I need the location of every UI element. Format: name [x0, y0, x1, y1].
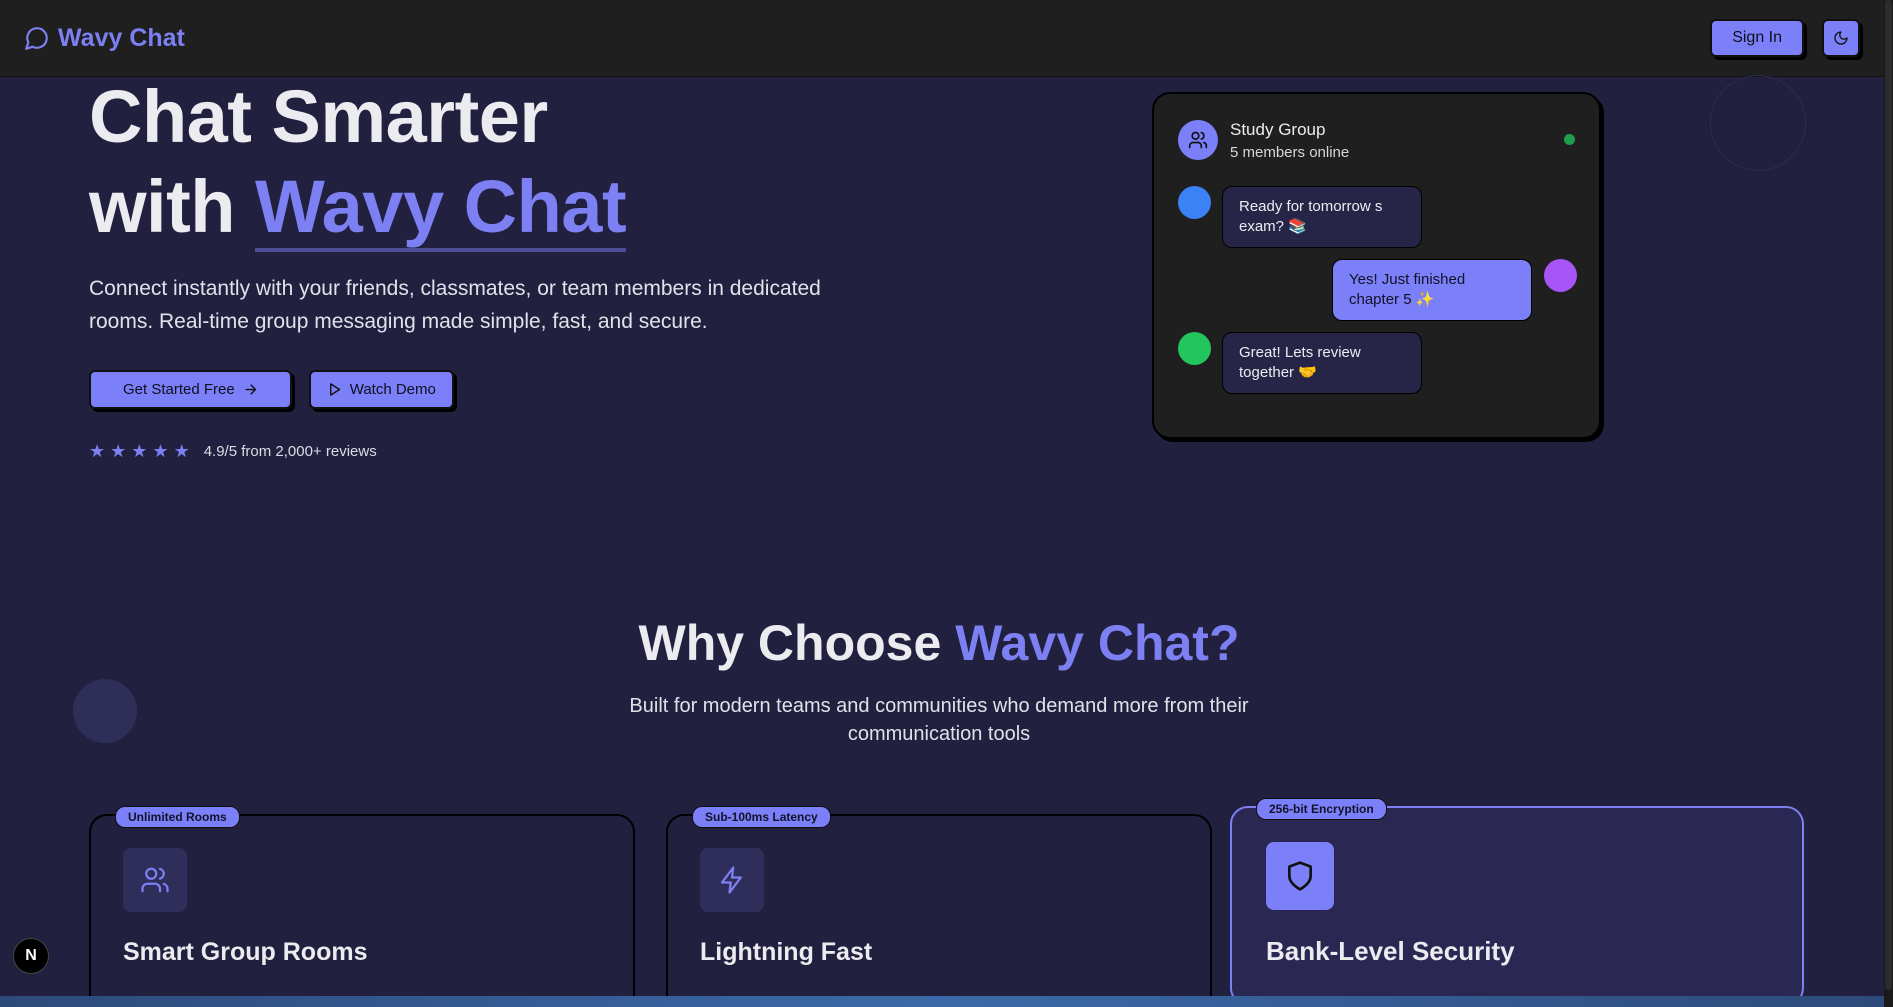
- why-title-accent: Wavy Chat?: [955, 615, 1240, 671]
- brand[interactable]: Wavy Chat: [24, 24, 185, 53]
- moon-icon: [1834, 31, 1848, 45]
- rating: ★ ★ ★ ★ ★ 4.9/5 from 2,000+ reviews: [89, 442, 377, 460]
- feature-icon-box: [700, 848, 764, 912]
- feature-card[interactable]: Sub-100ms Latency Lightning Fast: [666, 806, 1212, 1007]
- why-title: Why Choose Wavy Chat?: [0, 614, 1878, 672]
- star-rating: ★ ★ ★ ★ ★: [89, 442, 190, 460]
- users-icon: [141, 867, 169, 893]
- decorative-circle: [73, 679, 137, 743]
- hero-title-with: with: [89, 165, 256, 248]
- avatar: [1178, 332, 1211, 365]
- users-icon: [1188, 131, 1208, 149]
- sign-in-button[interactable]: Sign In: [1710, 19, 1804, 57]
- watch-demo-label: Watch Demo: [349, 381, 436, 398]
- decorative-circle: [1710, 75, 1806, 171]
- top-actions: Sign In: [1710, 19, 1860, 57]
- group-name: Study Group: [1230, 120, 1326, 139]
- theme-toggle-button[interactable]: [1822, 19, 1860, 57]
- star-icon: ★: [173, 441, 190, 461]
- chat-bubble-icon: [25, 27, 48, 50]
- feature-badge: Unlimited Rooms: [115, 806, 240, 828]
- hero-title-accent: Wavy Chat: [255, 165, 627, 252]
- feature-title: Bank-Level Security: [1266, 936, 1515, 966]
- feature-badge: Sub-100ms Latency: [692, 806, 831, 828]
- group-status: 5 members online: [1230, 144, 1350, 161]
- message-bubble: Great! Lets review together 🤝: [1222, 332, 1422, 394]
- feature-card[interactable]: 256-bit Encryption Bank-Level Security: [1230, 798, 1804, 1006]
- shield-icon: [1288, 861, 1312, 891]
- get-started-label: Get Started Free: [123, 381, 235, 398]
- get-started-button[interactable]: Get Started Free: [89, 370, 292, 409]
- feature-badge: 256-bit Encryption: [1256, 798, 1387, 820]
- top-navbar: Wavy Chat Sign In: [0, 0, 1884, 77]
- hero-title: Chat Smarter with Wavy Chat: [89, 72, 627, 252]
- star-icon: ★: [131, 441, 148, 461]
- star-icon: ★: [110, 441, 127, 461]
- hero-title-line1: Chat Smarter: [89, 75, 548, 158]
- play-icon: [329, 383, 340, 396]
- avatar: [1544, 259, 1577, 292]
- feature-icon-box: [123, 848, 187, 912]
- feature-title: Lightning Fast: [700, 938, 873, 966]
- feature-icon-box: [1266, 842, 1334, 910]
- scrollbar-thumb[interactable]: [1885, 0, 1892, 990]
- hero-subtitle: Connect instantly with your friends, cla…: [89, 277, 821, 333]
- rating-text: 4.9/5 from 2,000+ reviews: [203, 442, 377, 460]
- message-bubble: Yes! Just finished chapter 5 ✨: [1332, 259, 1532, 321]
- arrow-right-icon: [245, 384, 256, 395]
- dev-tools-badge[interactable]: N: [13, 938, 49, 974]
- feature-card[interactable]: Unlimited Rooms Smart Group Rooms: [89, 806, 635, 1007]
- hero-buttons: Get Started Free Watch Demo: [89, 370, 454, 409]
- star-icon: ★: [89, 441, 106, 461]
- feature-title: Smart Group Rooms: [123, 938, 368, 966]
- why-subtitle: Built for modern teams and communities w…: [629, 695, 1249, 745]
- star-icon: ★: [152, 441, 169, 461]
- group-avatar: [1178, 120, 1218, 160]
- online-indicator: [1564, 134, 1575, 145]
- avatar: [1178, 186, 1211, 219]
- why-title-plain: Why Choose: [638, 615, 956, 671]
- chat-preview-card: Study Group 5 members online Ready for t…: [1152, 92, 1601, 439]
- message-bubble: Ready for tomorrow s exam? 📚: [1222, 186, 1422, 248]
- watch-demo-button[interactable]: Watch Demo: [308, 370, 454, 409]
- brand-name: Wavy Chat: [58, 23, 185, 52]
- bottom-edge: [0, 996, 1884, 1007]
- lightning-icon: [720, 866, 742, 894]
- scrollbar[interactable]: [1884, 0, 1893, 1007]
